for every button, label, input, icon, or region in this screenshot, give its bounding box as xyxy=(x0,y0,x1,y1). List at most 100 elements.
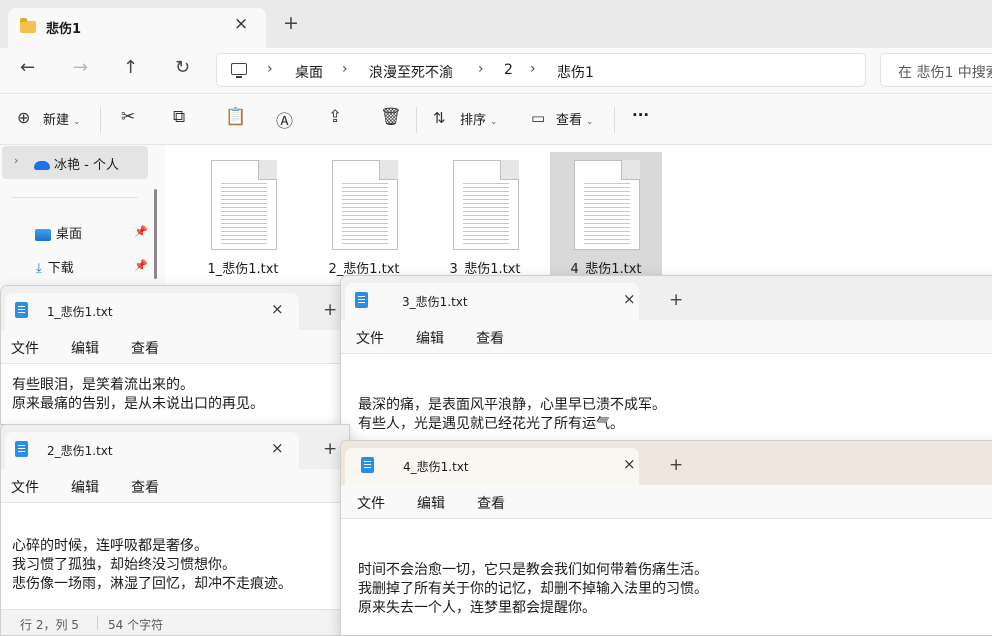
download-icon: ⤓ xyxy=(36,261,42,276)
copy-icon[interactable]: ⧉ xyxy=(173,107,185,127)
breadcrumb-separator[interactable]: › xyxy=(342,61,348,77)
menu-file[interactable]: 文件 xyxy=(357,493,385,513)
new-button[interactable]: 新建 ⌄ xyxy=(43,109,81,128)
up-arrow-icon[interactable]: ↑ xyxy=(123,57,138,78)
desktop-icon xyxy=(35,228,51,241)
breadcrumb-subfolder[interactable]: 2 xyxy=(504,62,513,78)
menu-file[interactable]: 文件 xyxy=(11,477,39,497)
notepad-tab[interactable]: 4_悲伤1.txt × xyxy=(345,448,639,485)
new-tab-button[interactable]: + xyxy=(323,300,337,320)
new-tab-button[interactable]: + xyxy=(323,439,337,459)
share-icon[interactable]: ⇪ xyxy=(328,107,342,127)
file-item-selected[interactable]: 4_悲伤1.txt xyxy=(550,152,662,277)
expand-chevron-icon[interactable]: › xyxy=(14,154,18,167)
toolbar-divider xyxy=(614,107,615,133)
text-line[interactable]: 原来最痛的告别，是从未说出口的再见。 xyxy=(12,395,264,414)
breadcrumb-folder[interactable]: 浪漫至死不渝 xyxy=(369,62,453,82)
notepad-menu-bar: 文件 编辑 查看 xyxy=(1,469,349,503)
text-line[interactable]: 我删掉了所有关于你的记忆，却删不掉输入法里的习惯。 xyxy=(358,580,708,599)
breadcrumb-separator[interactable]: › xyxy=(478,61,484,77)
close-tab-icon[interactable]: × xyxy=(623,290,636,308)
text-line[interactable]: 有些眼泪，是笑着流出来的。 xyxy=(12,376,194,395)
menu-view[interactable]: 查看 xyxy=(476,328,504,348)
refresh-icon[interactable]: ↻ xyxy=(175,57,190,78)
menu-edit[interactable]: 编辑 xyxy=(416,328,444,348)
breadcrumb-desktop[interactable]: 桌面 xyxy=(295,62,323,82)
file-item[interactable]: 3_悲伤1.txt xyxy=(429,152,541,277)
file-item[interactable]: 2_悲伤1.txt xyxy=(308,152,420,277)
view-button[interactable]: 查看 ⌄ xyxy=(556,109,594,128)
computer-icon[interactable] xyxy=(231,63,247,78)
notepad-tab[interactable]: 2_悲伤1.txt × xyxy=(5,432,299,469)
menu-edit[interactable]: 编辑 xyxy=(417,493,445,513)
notepad-tab[interactable]: 3_悲伤1.txt × xyxy=(345,283,639,320)
text-line[interactable]: 有些人，光是遇见就已经花光了所有运气。 xyxy=(358,415,624,434)
notepad-tab[interactable]: 1_悲伤1.txt × xyxy=(5,293,299,330)
sort-icon[interactable]: ⇅ xyxy=(433,109,446,127)
chevron-down-icon: ⌄ xyxy=(73,117,81,127)
text-line[interactable]: 最深的痛，是表面风平浪静，心里早已溃不成军。 xyxy=(358,396,666,415)
notepad-window-1: 1_悲伤1.txt × + 文件 编辑 查看 有些眼泪，是笑着流出来的。 原来最… xyxy=(0,285,350,425)
notepad-icon xyxy=(15,302,28,318)
new-tab-button[interactable]: + xyxy=(669,290,683,310)
close-tab-icon[interactable]: × xyxy=(271,439,284,457)
file-item[interactable]: 1_悲伤1.txt xyxy=(187,152,299,277)
menu-edit[interactable]: 编辑 xyxy=(71,338,99,358)
menu-edit[interactable]: 编辑 xyxy=(71,477,99,497)
sidebar-scrollbar[interactable] xyxy=(154,189,157,279)
delete-icon[interactable]: 🗑 xyxy=(380,107,402,127)
back-arrow-icon[interactable]: ← xyxy=(20,57,35,78)
pin-icon: 📌 xyxy=(134,259,148,272)
close-tab-icon[interactable]: × xyxy=(234,14,248,34)
page-fold xyxy=(500,160,519,180)
text-line[interactable]: 原来失去一个人，连梦里都会提醒你。 xyxy=(358,599,596,618)
downloads-label: 下载 xyxy=(47,261,74,276)
sort-label: 排序 xyxy=(460,113,487,128)
notepad-tab-title: 2_悲伤1.txt xyxy=(47,444,113,458)
notepad-tab-bar: 4_悲伤1.txt × + xyxy=(341,441,992,485)
cloud-icon xyxy=(34,161,50,170)
new-tab-button[interactable]: + xyxy=(669,455,683,475)
character-count: 54 个字符 xyxy=(108,618,164,632)
text-line[interactable]: 心碎的时候，连呼吸都是奢侈。 xyxy=(12,537,208,556)
menu-view[interactable]: 查看 xyxy=(131,338,159,358)
text-line[interactable]: 悲伤像一场雨，淋湿了回忆，却冲不走痕迹。 xyxy=(12,575,292,594)
text-line[interactable]: 时间不会治愈一切，它只是教会我们如何带着伤痛生活。 xyxy=(358,561,708,580)
notepad-tab-bar: 2_悲伤1.txt × + xyxy=(1,425,349,469)
breadcrumb-separator[interactable]: › xyxy=(267,61,273,77)
notepad-menu-bar: 文件 编辑 查看 xyxy=(341,320,992,354)
cut-icon[interactable]: ✂ xyxy=(121,107,135,127)
chevron-down-icon: ⌄ xyxy=(490,117,498,127)
new-tab-button[interactable]: + xyxy=(283,12,299,34)
onedrive-label[interactable]: 冰艳 - 个人 xyxy=(34,154,119,173)
menu-file[interactable]: 文件 xyxy=(356,328,384,348)
rename-icon[interactable]: Ⓐ xyxy=(276,107,293,132)
address-bar[interactable]: › 桌面 › 浪漫至死不渝 › 2 › 悲伤1 xyxy=(216,53,866,87)
notepad-icon xyxy=(355,292,368,308)
menu-file[interactable]: 文件 xyxy=(11,338,39,358)
sidebar-item-downloads[interactable]: ⤓ 下载 xyxy=(36,257,74,276)
navigation-pane: › 冰艳 - 个人 桌面 📌 ⤓ 下载 📌 xyxy=(0,145,165,285)
sidebar-item-desktop[interactable]: 桌面 xyxy=(35,223,82,242)
explorer-tab[interactable]: 悲伤1 × xyxy=(8,8,266,48)
breadcrumb-current[interactable]: 悲伤1 xyxy=(557,62,594,82)
sort-button[interactable]: 排序 ⌄ xyxy=(460,109,498,128)
menu-view[interactable]: 查看 xyxy=(477,493,505,513)
notepad-window-2: 2_悲伤1.txt × + 文件 编辑 查看 心碎的时候，连呼吸都是奢侈。 我习… xyxy=(0,424,350,636)
page-lines xyxy=(463,180,509,244)
search-input[interactable]: 在 悲伤1 中搜索 xyxy=(880,53,992,87)
folder-icon xyxy=(20,18,36,33)
new-plus-icon[interactable]: ⊕ xyxy=(17,108,30,127)
breadcrumb-separator[interactable]: › xyxy=(530,61,536,77)
notepad-tab-bar: 3_悲伤1.txt × + xyxy=(341,276,992,320)
page-fold xyxy=(621,160,640,180)
more-options-button[interactable]: ··· xyxy=(632,106,649,124)
notepad-tab-title: 3_悲伤1.txt xyxy=(402,295,468,309)
close-tab-icon[interactable]: × xyxy=(271,300,284,318)
view-icon[interactable]: ▭ xyxy=(531,109,545,127)
menu-view[interactable]: 查看 xyxy=(131,477,159,497)
close-tab-icon[interactable]: × xyxy=(623,455,636,473)
forward-arrow-icon[interactable]: → xyxy=(73,57,88,78)
paste-icon[interactable]: 📋 xyxy=(225,107,246,127)
text-line[interactable]: 我习惯了孤独，却始终没习惯想你。 xyxy=(12,556,236,575)
